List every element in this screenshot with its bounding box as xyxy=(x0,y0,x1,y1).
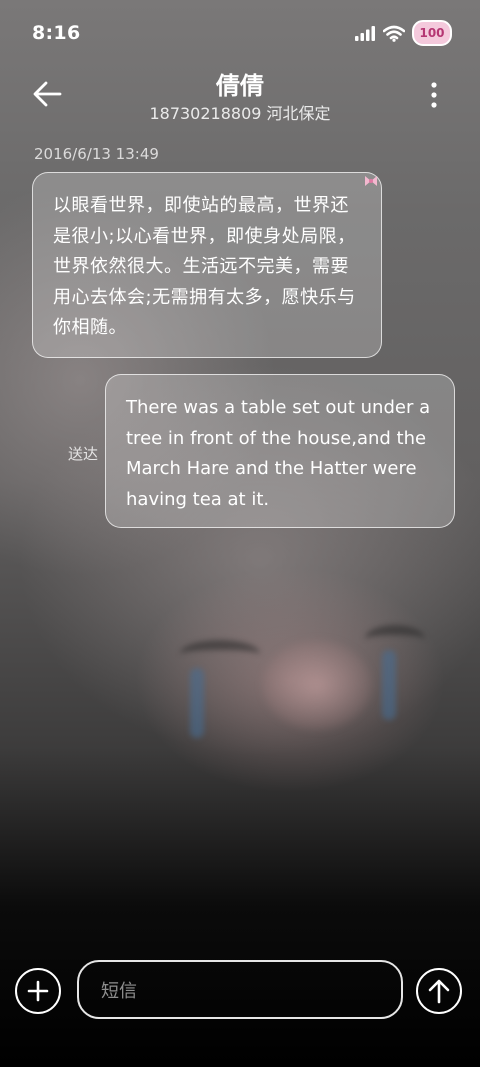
status-bar: 8:16 100 xyxy=(0,0,480,66)
add-attachment-button[interactable] xyxy=(15,968,61,1014)
battery-level: 100 xyxy=(419,26,445,40)
message-timestamp: 2016/6/13 13:49 xyxy=(34,145,159,163)
incoming-message-bubble[interactable]: 以眼看世界，即使站的最高，世界还是很小;以心看世界，即使身处局限，世界依然很大。… xyxy=(32,172,382,358)
wallpaper-decoration xyxy=(190,668,204,738)
send-button[interactable] xyxy=(416,968,462,1014)
message-input[interactable]: 短信 xyxy=(77,960,403,1019)
status-icons: 100 xyxy=(354,20,452,46)
arrow-up-icon xyxy=(428,979,450,1004)
conversation-header: 倩倩 18730218809 河北保定 xyxy=(0,62,480,132)
message-input-placeholder: 短信 xyxy=(101,980,137,1002)
status-time: 8:16 xyxy=(32,22,81,44)
contact-info: 18730218809 河北保定 xyxy=(149,104,331,123)
signal-icon xyxy=(355,26,375,41)
plus-icon xyxy=(27,980,49,1002)
wallpaper-decoration xyxy=(382,650,396,720)
message-text: 以眼看世界，即使站的最高，世界还是很小;以心看世界，即使身处局限，世界依然很大。… xyxy=(53,195,356,338)
message-text: There was a table set out under a tree i… xyxy=(126,397,431,510)
contact-name[interactable]: 倩倩 xyxy=(0,66,480,101)
bow-icon xyxy=(365,176,377,186)
battery-icon: 100 xyxy=(412,20,452,46)
wifi-icon xyxy=(383,25,405,42)
wallpaper-decoration xyxy=(365,625,425,653)
outgoing-message-bubble[interactable]: There was a table set out under a tree i… xyxy=(105,374,455,528)
composer-bar: 短信 xyxy=(0,955,480,1025)
delivery-status: 送达 xyxy=(68,445,99,463)
wallpaper-decoration xyxy=(180,640,260,668)
wallpaper-decoration xyxy=(262,640,372,730)
more-vertical-icon[interactable] xyxy=(424,80,444,110)
